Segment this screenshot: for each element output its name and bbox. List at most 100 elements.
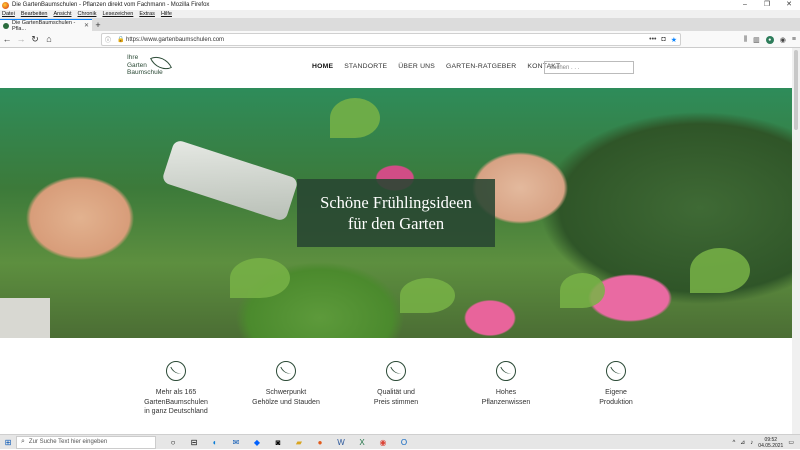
pruning-shears xyxy=(161,139,299,222)
menu-ansicht[interactable]: Ansicht xyxy=(53,11,71,17)
feature-item: Hohes Pflanzenwissen xyxy=(451,361,561,407)
site-favicon-icon xyxy=(3,22,9,29)
scrollbar-thumb[interactable] xyxy=(794,50,798,130)
excel-icon[interactable]: X xyxy=(355,438,369,447)
new-tab-button[interactable]: + xyxy=(92,19,104,31)
word-icon[interactable]: W xyxy=(334,438,348,447)
feature-text: Mehr als 165 xyxy=(155,389,197,396)
feature-row: Mehr als 165 GartenBaumschulen in ganz D… xyxy=(0,338,792,434)
hero-wall xyxy=(0,298,50,338)
back-icon[interactable]: ← xyxy=(0,32,14,46)
sidebar-icon[interactable]: ▥ xyxy=(753,36,760,44)
feature-text: Produktion xyxy=(599,398,633,406)
pocket-icon[interactable]: ◘ xyxy=(661,36,665,44)
task-view-icon[interactable]: ○ xyxy=(166,438,180,447)
feature-item: Mehr als 165 GartenBaumschulen in ganz D… xyxy=(121,361,231,417)
feature-text: Pflanzenwissen xyxy=(481,398,531,406)
menu-chronik[interactable]: Chronik xyxy=(78,11,97,17)
profile-icon[interactable]: ● xyxy=(765,35,774,44)
menu-datei[interactable]: Datei xyxy=(2,11,15,17)
page-scrollbar[interactable] xyxy=(792,48,800,434)
toolbar-right: ⫼ ▥ ● ◉ ≡ xyxy=(744,33,796,46)
close-window-button[interactable]: ✕ xyxy=(778,0,800,10)
tab-close-icon[interactable]: ✕ xyxy=(84,22,89,29)
forward-icon[interactable]: → xyxy=(14,32,28,46)
leaf-icon xyxy=(166,361,186,381)
menu-bar: Datei Bearbeiten Ansicht Chronik Lesezei… xyxy=(0,10,800,18)
tab-title: Die GartenBaumschulen - Pfla... xyxy=(12,19,76,32)
maximize-button[interactable]: ❐ xyxy=(756,0,778,10)
hero-leaf xyxy=(230,258,290,298)
feature-text: Schwerpunkt xyxy=(265,389,307,396)
home-icon[interactable]: ⌂ xyxy=(42,32,56,46)
hamburger-menu-icon[interactable]: ≡ xyxy=(792,36,796,43)
lock-icon[interactable]: 🔒 xyxy=(116,36,126,43)
nav-home[interactable]: HOME xyxy=(312,63,333,70)
outlook-icon[interactable]: O xyxy=(397,438,411,447)
hero-leaf xyxy=(690,248,750,293)
feature-item: Eigene Produktion xyxy=(561,361,671,407)
main-navigation: HOME STANDORTE ÜBER UNS GARTEN-RATGEBER … xyxy=(312,63,560,70)
camera-icon[interactable]: ◙ xyxy=(271,438,285,447)
taskbar-search-placeholder: Zur Suche Text hier eingeben xyxy=(28,439,108,445)
search-icon: ⌕ xyxy=(21,438,25,445)
feature-text: Hohes xyxy=(495,389,517,396)
library-icon[interactable]: ⫼ xyxy=(744,36,747,44)
clock-date: 04.05.2021 xyxy=(758,442,784,449)
network-icon[interactable]: ⊿ xyxy=(740,439,745,446)
menu-lesezeichen[interactable]: Lesezeichen xyxy=(102,11,133,17)
hero-leaf xyxy=(400,278,455,313)
bookmark-star-icon[interactable]: ★ xyxy=(671,36,677,44)
menu-extras[interactable]: Extras xyxy=(139,11,155,17)
nav-garten-ratgeber[interactable]: GARTEN-RATGEBER xyxy=(446,63,516,70)
hero-caption: Schöne Frühlingsideen für den Garten xyxy=(297,179,495,247)
minimize-button[interactable]: – xyxy=(734,0,756,10)
window-title: Die GartenBaumschulen - Pflanzen direkt … xyxy=(12,2,210,8)
system-tray: ^ ⊿ ♪ 09:52 04.05.2021 ▭ xyxy=(732,435,794,450)
nav-standorte[interactable]: STANDORTE xyxy=(344,63,387,70)
leaf-icon xyxy=(386,361,406,381)
feature-item: Schwerpunkt Gehölze und Stauden xyxy=(231,361,341,407)
feature-text: Preis stimmen xyxy=(373,398,419,406)
site-header: Ihre Garten Baumschule HOME STANDORTE ÜB… xyxy=(0,48,792,88)
tray-expand-icon[interactable]: ^ xyxy=(732,440,735,446)
leaf-icon xyxy=(276,361,296,381)
reload-icon[interactable]: ↻ xyxy=(28,32,42,46)
notifications-icon[interactable]: ▭ xyxy=(788,439,794,446)
hero-leaf xyxy=(330,98,380,138)
feature-text: in ganz Deutschland xyxy=(144,408,208,415)
web-page: Ihre Garten Baumschule HOME STANDORTE ÜB… xyxy=(0,48,792,434)
taskview-icon[interactable]: ⊟ xyxy=(187,438,201,447)
mail-icon[interactable]: ✉ xyxy=(229,438,243,447)
edge-icon[interactable]: ◐ xyxy=(208,438,222,447)
account-icon[interactable]: ◉ xyxy=(780,36,786,44)
explorer-icon[interactable]: ▰ xyxy=(292,438,306,447)
menu-hilfe[interactable]: Hilfe xyxy=(161,11,172,17)
info-icon[interactable]: ⓘ xyxy=(105,35,111,44)
site-logo[interactable]: Ihre Garten Baumschule xyxy=(127,51,177,84)
nav-ueber-uns[interactable]: ÜBER UNS xyxy=(398,63,435,70)
menu-bearbeiten[interactable]: Bearbeiten xyxy=(21,11,48,17)
feature-text: Eigene xyxy=(605,389,627,396)
hero-title-line2: für den Garten xyxy=(347,214,445,233)
url-text[interactable]: https://www.gartenbaumschulen.com xyxy=(126,37,224,43)
leaf-icon xyxy=(496,361,516,381)
nav-toolbar: ← → ↻ ⌂ ⓘ 🔒 https://www.gartenbaumschule… xyxy=(0,31,800,48)
firefox-logo-icon xyxy=(2,1,9,9)
page-actions-icon[interactable]: ••• xyxy=(649,36,656,44)
taskbar-search[interactable]: ⌕ Zur Suche Text hier eingeben xyxy=(16,435,156,449)
firefox-taskbar-icon[interactable]: ● xyxy=(313,438,327,447)
tab-active[interactable]: Die GartenBaumschulen - Pfla... ✕ xyxy=(0,19,92,32)
windows-start-icon[interactable]: ⊞ xyxy=(0,438,16,447)
system-clock[interactable]: 09:52 04.05.2021 xyxy=(758,437,783,449)
url-bar[interactable]: ⓘ 🔒 https://www.gartenbaumschulen.com ••… xyxy=(101,33,681,46)
hero-title-line1: Schöne Frühlingsideen xyxy=(320,193,472,212)
leaf-icon xyxy=(606,361,626,381)
feature-text: GartenBaumschulen xyxy=(144,398,208,406)
feature-text: Qualität und xyxy=(377,389,415,396)
volume-icon[interactable]: ♪ xyxy=(750,440,753,446)
window-titlebar: Die GartenBaumschulen - Pflanzen direkt … xyxy=(0,0,800,10)
chrome-icon[interactable]: ◉ xyxy=(376,438,390,447)
site-search-input[interactable]: Suchen . . . xyxy=(544,61,634,74)
dropbox-icon[interactable]: ◆ xyxy=(250,438,264,447)
